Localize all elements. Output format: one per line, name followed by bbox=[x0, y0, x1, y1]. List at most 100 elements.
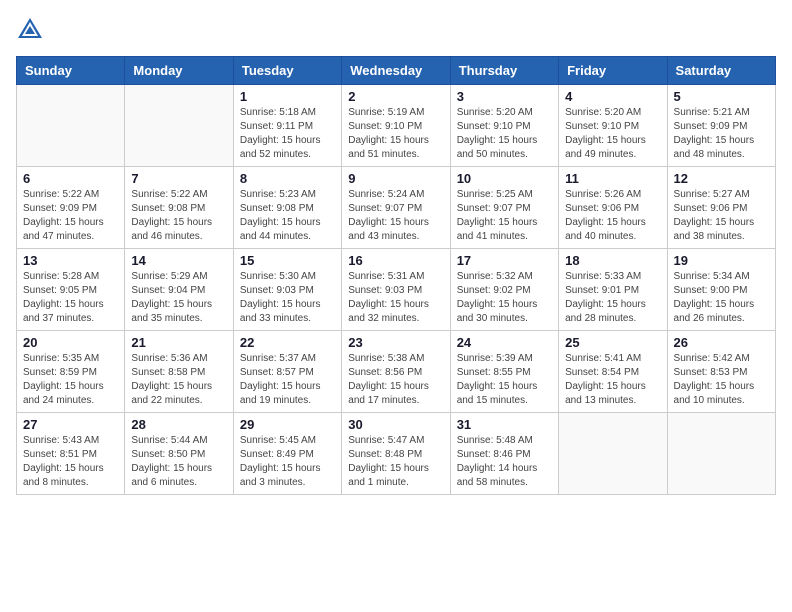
day-number: 17 bbox=[457, 253, 552, 268]
day-info: Sunrise: 5:47 AMSunset: 8:48 PMDaylight:… bbox=[348, 434, 443, 490]
day-number: 27 bbox=[23, 417, 118, 432]
day-number: 10 bbox=[457, 171, 552, 186]
weekday-header: Thursday bbox=[450, 57, 558, 85]
calendar-cell: 6 Sunrise: 5:22 AMSunset: 9:09 PMDaylight… bbox=[17, 167, 125, 249]
day-number: 3 bbox=[457, 89, 552, 104]
week-row: 20 Sunrise: 5:35 AMSunset: 8:59 PMDayligh… bbox=[17, 331, 776, 413]
day-info: Sunrise: 5:44 AMSunset: 8:50 PMDaylight:… bbox=[131, 434, 226, 490]
day-info: Sunrise: 5:22 AMSunset: 9:09 PMDaylight:… bbox=[23, 188, 118, 244]
weekday-header: Sunday bbox=[17, 57, 125, 85]
day-info: Sunrise: 5:20 AMSunset: 9:10 PMDaylight:… bbox=[565, 106, 660, 162]
week-row: 13Sunrise: 5:28 AMSunset: 9:05 PMDayligh… bbox=[17, 249, 776, 331]
calendar: SundayMondayTuesdayWednesdayThursdayFrid… bbox=[16, 56, 776, 495]
calendar-cell: 11 Sunrise: 5:26 AMSunset: 9:06 PMDayligh… bbox=[559, 167, 667, 249]
day-number: 13 bbox=[23, 253, 118, 268]
weekday-header: Friday bbox=[559, 57, 667, 85]
calendar-cell: 7 Sunrise: 5:22 AMSunset: 9:08 PMDaylight… bbox=[125, 167, 233, 249]
day-info: Sunrise: 5:33 AMSunset: 9:01 PMDaylight:… bbox=[565, 270, 660, 326]
calendar-cell: 26 Sunrise: 5:42 AMSunset: 8:53 PMDayligh… bbox=[667, 331, 775, 413]
calendar-cell: 13Sunrise: 5:28 AMSunset: 9:05 PMDayligh… bbox=[17, 249, 125, 331]
week-row: 6 Sunrise: 5:22 AMSunset: 9:09 PMDaylight… bbox=[17, 167, 776, 249]
day-number: 2 bbox=[348, 89, 443, 104]
logo-icon bbox=[16, 16, 44, 44]
day-number: 20 bbox=[23, 335, 118, 350]
day-info: Sunrise: 5:35 AMSunset: 8:59 PMDaylight:… bbox=[23, 352, 118, 408]
calendar-cell: 16 Sunrise: 5:31 AMSunset: 9:03 PMDayligh… bbox=[342, 249, 450, 331]
day-number: 22 bbox=[240, 335, 335, 350]
calendar-cell: 30 Sunrise: 5:47 AMSunset: 8:48 PMDayligh… bbox=[342, 413, 450, 495]
day-info: Sunrise: 5:23 AMSunset: 9:08 PMDaylight:… bbox=[240, 188, 335, 244]
day-info: Sunrise: 5:38 AMSunset: 8:56 PMDaylight:… bbox=[348, 352, 443, 408]
page-container: SundayMondayTuesdayWednesdayThursdayFrid… bbox=[16, 16, 776, 495]
calendar-cell: 4 Sunrise: 5:20 AMSunset: 9:10 PMDaylight… bbox=[559, 85, 667, 167]
day-info: Sunrise: 5:22 AMSunset: 9:08 PMDaylight:… bbox=[131, 188, 226, 244]
day-number: 31 bbox=[457, 417, 552, 432]
day-info: Sunrise: 5:39 AMSunset: 8:55 PMDaylight:… bbox=[457, 352, 552, 408]
day-number: 30 bbox=[348, 417, 443, 432]
day-number: 29 bbox=[240, 417, 335, 432]
day-info: Sunrise: 5:19 AMSunset: 9:10 PMDaylight:… bbox=[348, 106, 443, 162]
day-number: 16 bbox=[348, 253, 443, 268]
calendar-cell: 19 Sunrise: 5:34 AMSunset: 9:00 PMDayligh… bbox=[667, 249, 775, 331]
day-info: Sunrise: 5:34 AMSunset: 9:00 PMDaylight:… bbox=[674, 270, 769, 326]
calendar-cell: 22Sunrise: 5:37 AMSunset: 8:57 PMDayligh… bbox=[233, 331, 341, 413]
day-info: Sunrise: 5:18 AMSunset: 9:11 PMDaylight:… bbox=[240, 106, 335, 162]
day-info: Sunrise: 5:41 AMSunset: 8:54 PMDaylight:… bbox=[565, 352, 660, 408]
day-number: 23 bbox=[348, 335, 443, 350]
day-number: 14 bbox=[131, 253, 226, 268]
day-info: Sunrise: 5:43 AMSunset: 8:51 PMDaylight:… bbox=[23, 434, 118, 490]
day-number: 21 bbox=[131, 335, 226, 350]
calendar-cell: 12Sunrise: 5:27 AMSunset: 9:06 PMDayligh… bbox=[667, 167, 775, 249]
day-number: 26 bbox=[674, 335, 769, 350]
day-info: Sunrise: 5:36 AMSunset: 8:58 PMDaylight:… bbox=[131, 352, 226, 408]
weekday-header-row: SundayMondayTuesdayWednesdayThursdayFrid… bbox=[17, 57, 776, 85]
calendar-cell: 25 Sunrise: 5:41 AMSunset: 8:54 PMDayligh… bbox=[559, 331, 667, 413]
calendar-cell: 24Sunrise: 5:39 AMSunset: 8:55 PMDayligh… bbox=[450, 331, 558, 413]
day-number: 28 bbox=[131, 417, 226, 432]
calendar-cell: 18 Sunrise: 5:33 AMSunset: 9:01 PMDayligh… bbox=[559, 249, 667, 331]
day-info: Sunrise: 5:31 AMSunset: 9:03 PMDaylight:… bbox=[348, 270, 443, 326]
calendar-cell: 21 Sunrise: 5:36 AMSunset: 8:58 PMDayligh… bbox=[125, 331, 233, 413]
week-row: 1Sunrise: 5:18 AMSunset: 9:11 PMDaylight… bbox=[17, 85, 776, 167]
calendar-cell: 1Sunrise: 5:18 AMSunset: 9:11 PMDaylight… bbox=[233, 85, 341, 167]
day-number: 7 bbox=[131, 171, 226, 186]
calendar-cell bbox=[125, 85, 233, 167]
week-row: 27 Sunrise: 5:43 AMSunset: 8:51 PMDayligh… bbox=[17, 413, 776, 495]
day-number: 4 bbox=[565, 89, 660, 104]
calendar-cell bbox=[17, 85, 125, 167]
day-number: 5 bbox=[674, 89, 769, 104]
calendar-cell: 17Sunrise: 5:32 AMSunset: 9:02 PMDayligh… bbox=[450, 249, 558, 331]
day-info: Sunrise: 5:30 AMSunset: 9:03 PMDaylight:… bbox=[240, 270, 335, 326]
day-number: 12 bbox=[674, 171, 769, 186]
calendar-cell: 20 Sunrise: 5:35 AMSunset: 8:59 PMDayligh… bbox=[17, 331, 125, 413]
header bbox=[16, 16, 776, 44]
day-info: Sunrise: 5:26 AMSunset: 9:06 PMDaylight:… bbox=[565, 188, 660, 244]
weekday-header: Wednesday bbox=[342, 57, 450, 85]
calendar-cell: 8 Sunrise: 5:23 AMSunset: 9:08 PMDaylight… bbox=[233, 167, 341, 249]
calendar-cell bbox=[559, 413, 667, 495]
day-number: 8 bbox=[240, 171, 335, 186]
day-number: 15 bbox=[240, 253, 335, 268]
day-number: 6 bbox=[23, 171, 118, 186]
day-info: Sunrise: 5:29 AMSunset: 9:04 PMDaylight:… bbox=[131, 270, 226, 326]
day-number: 19 bbox=[674, 253, 769, 268]
calendar-cell: 5 Sunrise: 5:21 AMSunset: 9:09 PMDaylight… bbox=[667, 85, 775, 167]
day-info: Sunrise: 5:48 AMSunset: 8:46 PMDaylight:… bbox=[457, 434, 552, 490]
day-number: 18 bbox=[565, 253, 660, 268]
day-info: Sunrise: 5:21 AMSunset: 9:09 PMDaylight:… bbox=[674, 106, 769, 162]
calendar-cell: 31 Sunrise: 5:48 AMSunset: 8:46 PMDayligh… bbox=[450, 413, 558, 495]
day-info: Sunrise: 5:42 AMSunset: 8:53 PMDaylight:… bbox=[674, 352, 769, 408]
weekday-header: Tuesday bbox=[233, 57, 341, 85]
day-info: Sunrise: 5:25 AMSunset: 9:07 PMDaylight:… bbox=[457, 188, 552, 244]
calendar-cell: 27 Sunrise: 5:43 AMSunset: 8:51 PMDayligh… bbox=[17, 413, 125, 495]
calendar-cell: 9Sunrise: 5:24 AMSunset: 9:07 PMDaylight… bbox=[342, 167, 450, 249]
day-number: 11 bbox=[565, 171, 660, 186]
weekday-header: Saturday bbox=[667, 57, 775, 85]
day-info: Sunrise: 5:20 AMSunset: 9:10 PMDaylight:… bbox=[457, 106, 552, 162]
day-number: 25 bbox=[565, 335, 660, 350]
calendar-cell: 3 Sunrise: 5:20 AMSunset: 9:10 PMDaylight… bbox=[450, 85, 558, 167]
day-info: Sunrise: 5:24 AMSunset: 9:07 PMDaylight:… bbox=[348, 188, 443, 244]
calendar-cell: 2 Sunrise: 5:19 AMSunset: 9:10 PMDaylight… bbox=[342, 85, 450, 167]
weekday-header: Monday bbox=[125, 57, 233, 85]
calendar-cell: 28 Sunrise: 5:44 AMSunset: 8:50 PMDayligh… bbox=[125, 413, 233, 495]
